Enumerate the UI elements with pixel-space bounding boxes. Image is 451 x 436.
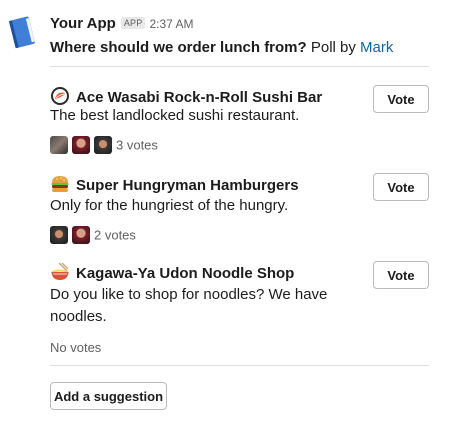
option-description: Do you like to shop for noodles? We have…	[50, 286, 328, 325]
option-description: Only for the hungriest of the hungry.	[50, 197, 289, 214]
hamburger-icon	[51, 176, 69, 192]
votes-count: 3 votes	[116, 137, 158, 153]
votes-row: 3 votes	[50, 136, 158, 154]
app-name[interactable]: Your App	[50, 15, 116, 32]
option-description: The best landlocked sushi restaurant.	[50, 107, 300, 124]
option-title-text: Super Hungryman Hamburgers	[76, 177, 299, 194]
app-badge: APP	[120, 17, 146, 29]
app-notebook-icon	[8, 16, 35, 49]
add-suggestion-button[interactable]: Add a suggestion	[50, 382, 167, 410]
sushi-icon	[51, 87, 69, 105]
option-title-text: Kagawa-Ya Udon Noodle Shop	[76, 265, 295, 282]
question-text: Where should we order lunch from?	[50, 39, 307, 56]
vote-button[interactable]: Vote	[373, 261, 429, 289]
votes-count: No votes	[50, 340, 102, 355]
vote-button[interactable]: Vote	[373, 85, 429, 113]
message-header: Your App APP 2:37 AM	[50, 15, 193, 35]
votes-row: 2 votes	[50, 226, 136, 244]
poll-question: Where should we order lunch from? Poll b…	[50, 39, 393, 56]
votes-count: 2 votes	[94, 227, 136, 243]
poll-option-3: Kagawa-Ya Udon Noodle Shop Vote Do you l…	[50, 261, 430, 361]
option-title-text: Ace Wasabi Rock-n-Roll Sushi Bar	[76, 89, 323, 106]
vote-button[interactable]: Vote	[373, 173, 429, 201]
voter-avatar[interactable]	[50, 226, 68, 244]
option-title: Super Hungryman Hamburgers	[50, 174, 299, 194]
poll-option-1: Ace Wasabi Rock-n-Roll Sushi Bar Vote Th…	[50, 85, 430, 160]
option-title: Ace Wasabi Rock-n-Roll Sushi Bar	[50, 86, 322, 106]
voter-avatar[interactable]	[72, 226, 90, 244]
poll-option-2: Super Hungryman Hamburgers Vote Only for…	[50, 173, 430, 248]
timestamp[interactable]: 2:37 AM	[149, 17, 193, 31]
voter-avatar[interactable]	[50, 136, 68, 154]
voter-avatar[interactable]	[94, 136, 112, 154]
voter-avatar[interactable]	[72, 136, 90, 154]
divider-top	[50, 66, 429, 67]
ramen-icon	[51, 262, 69, 280]
option-title: Kagawa-Ya Udon Noodle Shop	[50, 262, 294, 282]
poll-by-label: Poll by	[306, 39, 361, 56]
divider-bottom	[50, 365, 429, 366]
poll-author-link[interactable]: Mark	[360, 39, 393, 56]
